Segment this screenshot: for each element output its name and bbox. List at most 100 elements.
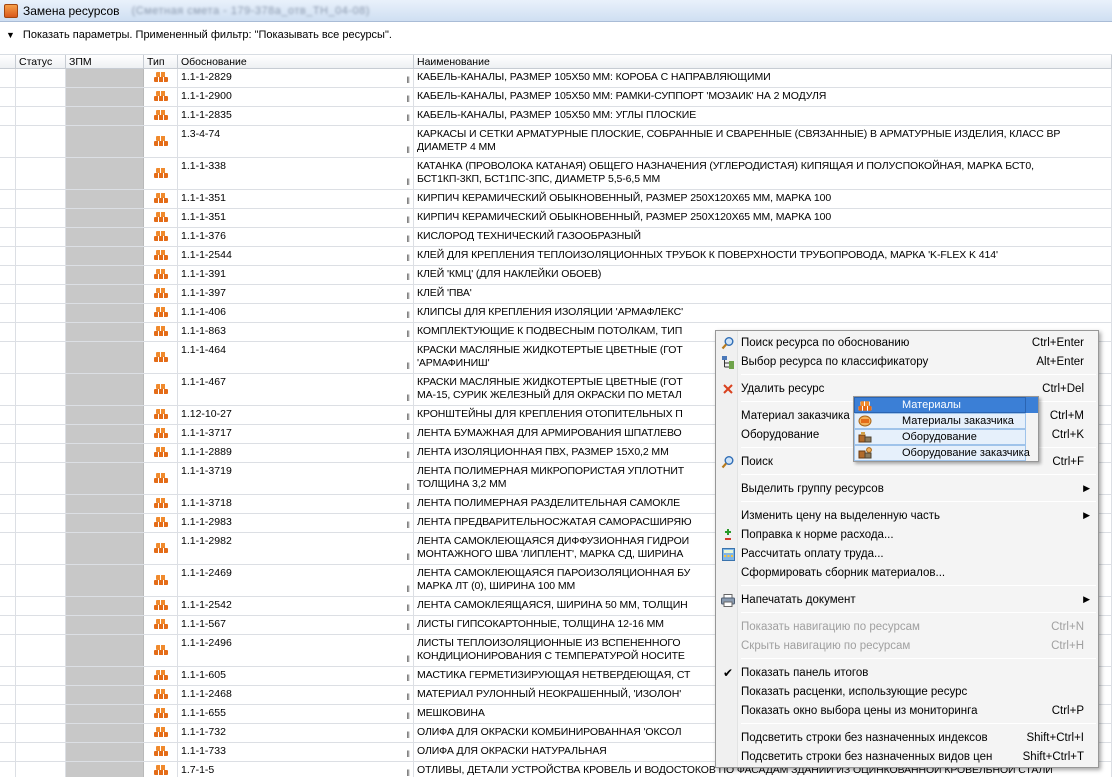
menu-item-show-price-monitoring[interactable]: Показать окно выбора цены из мониторинга… — [716, 701, 1098, 720]
basis-cell[interactable]: 1.1-1-406 ‖ — [178, 304, 414, 322]
type-cell[interactable] — [144, 565, 178, 596]
name-cell[interactable]: КАБЕЛЬ-КАНАЛЫ, РАЗМЕР 105Х50 ММ: РАМКИ-С… — [414, 88, 1112, 106]
type-cell[interactable] — [144, 285, 178, 303]
table-row[interactable]: 1.1-1-391 ‖ КЛЕЙ 'КМЦ' (ДЛЯ НАКЛЕЙКИ ОБОЕВ… — [0, 266, 1112, 285]
basis-cell[interactable]: 1.1-1-3718 ‖ — [178, 495, 414, 513]
attachment-icon[interactable]: ‖ — [406, 196, 410, 206]
basis-cell[interactable]: 1.1-1-733 ‖ — [178, 743, 414, 761]
status-cell[interactable] — [16, 190, 66, 208]
row-selector[interactable] — [0, 342, 16, 373]
attachment-icon[interactable]: ‖ — [406, 94, 410, 104]
submenu-item-materials[interactable]: Материалы — [854, 397, 1038, 413]
basis-cell[interactable]: 1.12-10-27 ‖ — [178, 406, 414, 424]
basis-cell[interactable]: 1.1-1-2469 ‖ — [178, 565, 414, 596]
name-cell[interactable]: КАРКАСЫ И СЕТКИ АРМАТУРНЫЕ ПЛОСКИЕ, СОБР… — [414, 126, 1112, 157]
menu-item-search-by-basis[interactable]: Поиск ресурса по обоснованию Ctrl+Enter — [716, 333, 1098, 352]
table-row[interactable]: 1.1-1-351 ‖ КИРПИЧ КЕРАМИЧЕСКИЙ ОБЫКНОВЕНН… — [0, 209, 1112, 228]
zpm-cell[interactable] — [66, 514, 144, 532]
attachment-icon[interactable]: ‖ — [406, 622, 410, 632]
zpm-cell[interactable] — [66, 635, 144, 666]
menu-item-highlight-no-price-types[interactable]: Подсветить строки без назначенных видов … — [716, 747, 1098, 766]
row-selector[interactable] — [0, 705, 16, 723]
basis-cell[interactable]: 1.1-1-732 ‖ — [178, 724, 414, 742]
type-cell[interactable] — [144, 107, 178, 125]
zpm-cell[interactable] — [66, 190, 144, 208]
name-cell[interactable]: КИРПИЧ КЕРАМИЧЕСКИЙ ОБЫКНОВЕННЫЙ, РАЗМЕР… — [414, 190, 1112, 208]
zpm-cell[interactable] — [66, 158, 144, 189]
row-selector[interactable] — [0, 126, 16, 157]
basis-cell[interactable]: 1.1-1-351 ‖ — [178, 209, 414, 227]
attachment-icon[interactable]: ‖ — [406, 654, 410, 664]
row-selector[interactable] — [0, 762, 16, 777]
status-cell[interactable] — [16, 107, 66, 125]
menu-item-materials-collection[interactable]: Сформировать сборник материалов... — [716, 563, 1098, 582]
row-selector[interactable] — [0, 597, 16, 615]
type-cell[interactable] — [144, 705, 178, 723]
column-header-zpm[interactable]: ЗПМ — [66, 55, 144, 68]
attachment-icon[interactable]: ‖ — [406, 361, 410, 371]
type-cell[interactable] — [144, 686, 178, 704]
status-cell[interactable] — [16, 635, 66, 666]
menu-item-show-totals-panel[interactable]: ✔ Показать панель итогов — [716, 663, 1098, 682]
row-selector[interactable] — [0, 686, 16, 704]
name-cell[interactable]: КИРПИЧ КЕРАМИЧЕСКИЙ ОБЫКНОВЕННЫЙ, РАЗМЕР… — [414, 209, 1112, 227]
status-cell[interactable] — [16, 342, 66, 373]
row-selector[interactable] — [0, 209, 16, 227]
basis-cell[interactable]: 1.1-1-567 ‖ — [178, 616, 414, 634]
zpm-cell[interactable] — [66, 304, 144, 322]
zpm-cell[interactable] — [66, 597, 144, 615]
status-cell[interactable] — [16, 724, 66, 742]
status-cell[interactable] — [16, 616, 66, 634]
type-cell[interactable] — [144, 406, 178, 424]
attachment-icon[interactable]: ‖ — [406, 310, 410, 320]
submenu-item-customer-materials[interactable]: Материалы заказчика — [854, 413, 1038, 429]
status-cell[interactable] — [16, 533, 66, 564]
attachment-icon[interactable]: ‖ — [406, 291, 410, 301]
status-cell[interactable] — [16, 304, 66, 322]
zpm-cell[interactable] — [66, 463, 144, 494]
row-selector[interactable] — [0, 425, 16, 443]
name-cell[interactable]: КАБЕЛЬ-КАНАЛЫ, РАЗМЕР 105Х50 ММ: УГЛЫ ПЛ… — [414, 107, 1112, 125]
zpm-cell[interactable] — [66, 228, 144, 246]
zpm-cell[interactable] — [66, 406, 144, 424]
attachment-icon[interactable]: ‖ — [406, 450, 410, 460]
attachment-icon[interactable]: ‖ — [406, 692, 410, 702]
type-cell[interactable] — [144, 616, 178, 634]
triangle-down-icon[interactable]: ▼ — [6, 30, 15, 40]
type-cell[interactable] — [144, 597, 178, 615]
row-selector[interactable] — [0, 463, 16, 494]
menu-item-select-group[interactable]: Выделить группу ресурсов ▶ — [716, 479, 1098, 498]
basis-cell[interactable]: 1.1-1-376 ‖ — [178, 228, 414, 246]
row-selector[interactable] — [0, 533, 16, 564]
row-selector[interactable] — [0, 406, 16, 424]
status-cell[interactable] — [16, 374, 66, 405]
type-cell[interactable] — [144, 635, 178, 666]
table-row[interactable]: 1.1-1-2835 ‖ КАБЕЛЬ-КАНАЛЫ, РАЗМЕР 105Х50 … — [0, 107, 1112, 126]
attachment-icon[interactable]: ‖ — [406, 584, 410, 594]
status-cell[interactable] — [16, 228, 66, 246]
status-cell[interactable] — [16, 266, 66, 284]
name-cell[interactable]: КЛЕЙ 'КМЦ' (ДЛЯ НАКЛЕЙКИ ОБОЕВ) — [414, 266, 1112, 284]
basis-cell[interactable]: 1.1-1-2496 ‖ — [178, 635, 414, 666]
zpm-cell[interactable] — [66, 495, 144, 513]
zpm-cell[interactable] — [66, 444, 144, 462]
basis-cell[interactable]: 1.1-1-391 ‖ — [178, 266, 414, 284]
zpm-cell[interactable] — [66, 425, 144, 443]
basis-cell[interactable]: 1.1-1-2983 ‖ — [178, 514, 414, 532]
attachment-icon[interactable]: ‖ — [406, 552, 410, 562]
status-cell[interactable] — [16, 686, 66, 704]
type-cell[interactable] — [144, 323, 178, 341]
menu-item-show-rates-using-resource[interactable]: Показать расценки, использующие ресурс — [716, 682, 1098, 701]
row-selector[interactable] — [0, 285, 16, 303]
column-header-basis[interactable]: Обоснование — [178, 55, 414, 68]
row-selector[interactable] — [0, 616, 16, 634]
type-cell[interactable] — [144, 247, 178, 265]
attachment-icon[interactable]: ‖ — [406, 520, 410, 530]
type-cell[interactable] — [144, 374, 178, 405]
zpm-cell[interactable] — [66, 266, 144, 284]
type-cell[interactable] — [144, 342, 178, 373]
table-row[interactable]: 1.1-1-2900 ‖ КАБЕЛЬ-КАНАЛЫ, РАЗМЕР 105Х50 … — [0, 88, 1112, 107]
basis-cell[interactable]: 1.7-1-5 ‖ — [178, 762, 414, 777]
row-selector[interactable] — [0, 635, 16, 666]
type-cell[interactable] — [144, 444, 178, 462]
